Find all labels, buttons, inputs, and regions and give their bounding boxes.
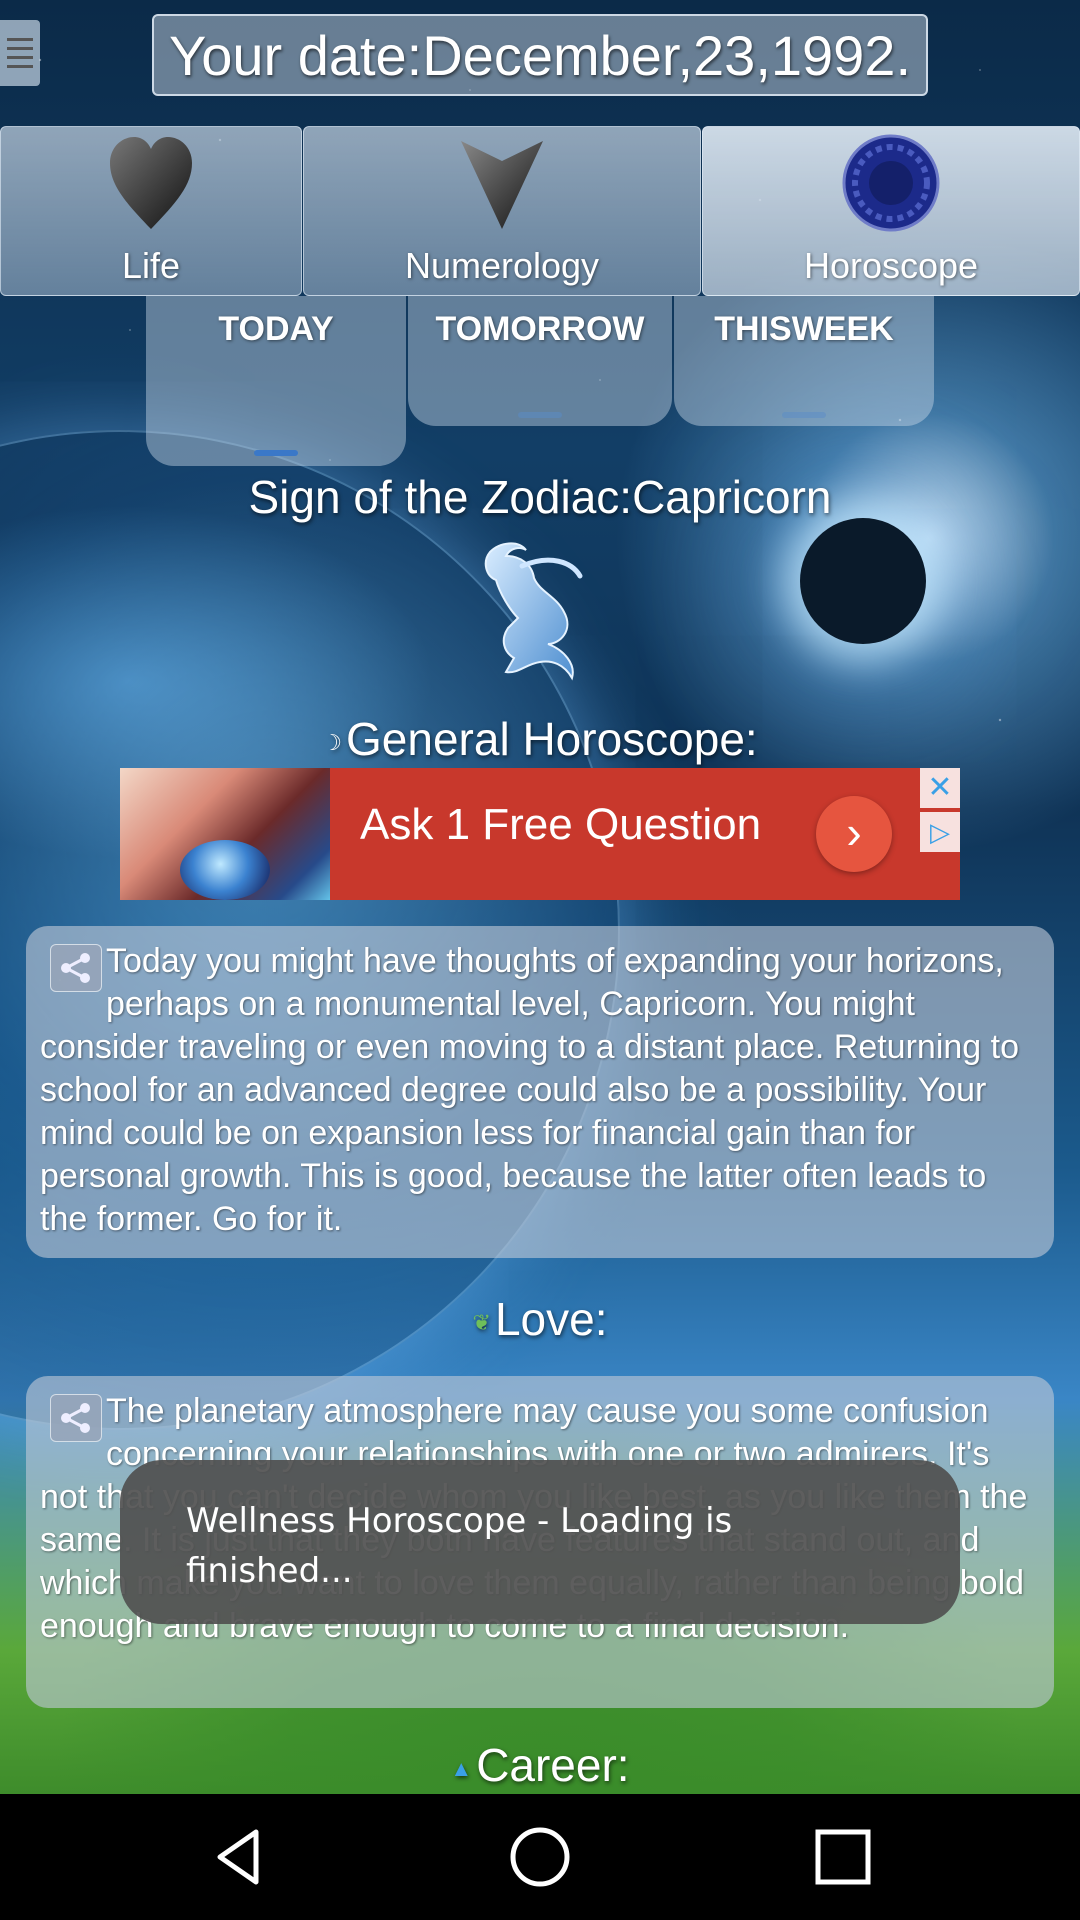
zodiac-title: Sign of the Zodiac:Capricorn (248, 471, 832, 523)
general-horoscope-text: Today you might have thoughts of expandi… (40, 942, 1019, 1238)
system-nav-bar (0, 1794, 1080, 1920)
tab-tomorrow-label: TOMORROW (435, 310, 645, 348)
general-horoscope-title: ☽General Horoscope: (0, 712, 1080, 766)
app-screen: Your date:December,23,1992. Life Numerol… (0, 0, 1080, 1794)
heart-icon (106, 133, 196, 238)
recents-icon[interactable] (810, 1824, 876, 1890)
moon-icon: ☽ (322, 729, 343, 755)
tab-today[interactable]: TODAY (146, 296, 406, 466)
back-icon[interactable] (206, 1824, 272, 1890)
career-title: ▲Career: (0, 1738, 1080, 1792)
tab-life-label: Life (121, 245, 181, 286)
share-icon[interactable] (50, 944, 102, 992)
date-display[interactable]: Your date:December,23,1992. (152, 14, 928, 96)
ad-text: Ask 1 Free Question (360, 800, 762, 849)
home-icon[interactable] (507, 1824, 573, 1890)
loading-toast: Wellness Horoscope - Loading is finished… (120, 1460, 960, 1624)
ad-photo (120, 768, 330, 900)
tab-indicator (518, 412, 562, 418)
ad-info-icon[interactable]: ▷ (920, 812, 960, 852)
tab-thisweek[interactable]: THISWEEK (674, 296, 934, 426)
love-title: ❦Love: (0, 1292, 1080, 1346)
tab-today-label: TODAY (218, 310, 334, 348)
zodiac-wheel-icon (841, 133, 941, 238)
general-horoscope-title-text: General Horoscope: (346, 713, 758, 765)
general-horoscope-card: Today you might have thoughts of expandi… (26, 926, 1054, 1258)
ad-close-icon[interactable]: ✕ (920, 768, 960, 808)
tab-life[interactable]: Life (0, 126, 302, 296)
love-title-text: Love: (494, 1293, 608, 1345)
ad-banner[interactable]: Ask 1 Free Question › ✕ ▷ (120, 768, 960, 900)
tab-horoscope-label: Horoscope (803, 245, 979, 286)
eclipse-image (800, 518, 926, 644)
tab-thisweek-label: THISWEEK (714, 310, 894, 348)
tab-horoscope[interactable]: Horoscope (702, 126, 1080, 296)
leaf-icon: ❦ (472, 1309, 491, 1335)
triangle-icon (457, 133, 547, 238)
career-title-text: Career: (476, 1739, 630, 1791)
tab-tomorrow[interactable]: TOMORROW (408, 296, 672, 426)
career-bullet-icon: ▲ (450, 1755, 473, 1781)
tab-numerology[interactable]: Numerology (303, 126, 701, 296)
menu-button[interactable] (0, 20, 40, 86)
ad-arrow-button[interactable]: › (816, 796, 892, 872)
tab-numerology-label: Numerology (404, 245, 600, 286)
capricorn-icon (460, 532, 620, 697)
tab-indicator (782, 412, 826, 418)
share-icon[interactable] (50, 1394, 102, 1442)
selected-indicator (254, 450, 298, 456)
